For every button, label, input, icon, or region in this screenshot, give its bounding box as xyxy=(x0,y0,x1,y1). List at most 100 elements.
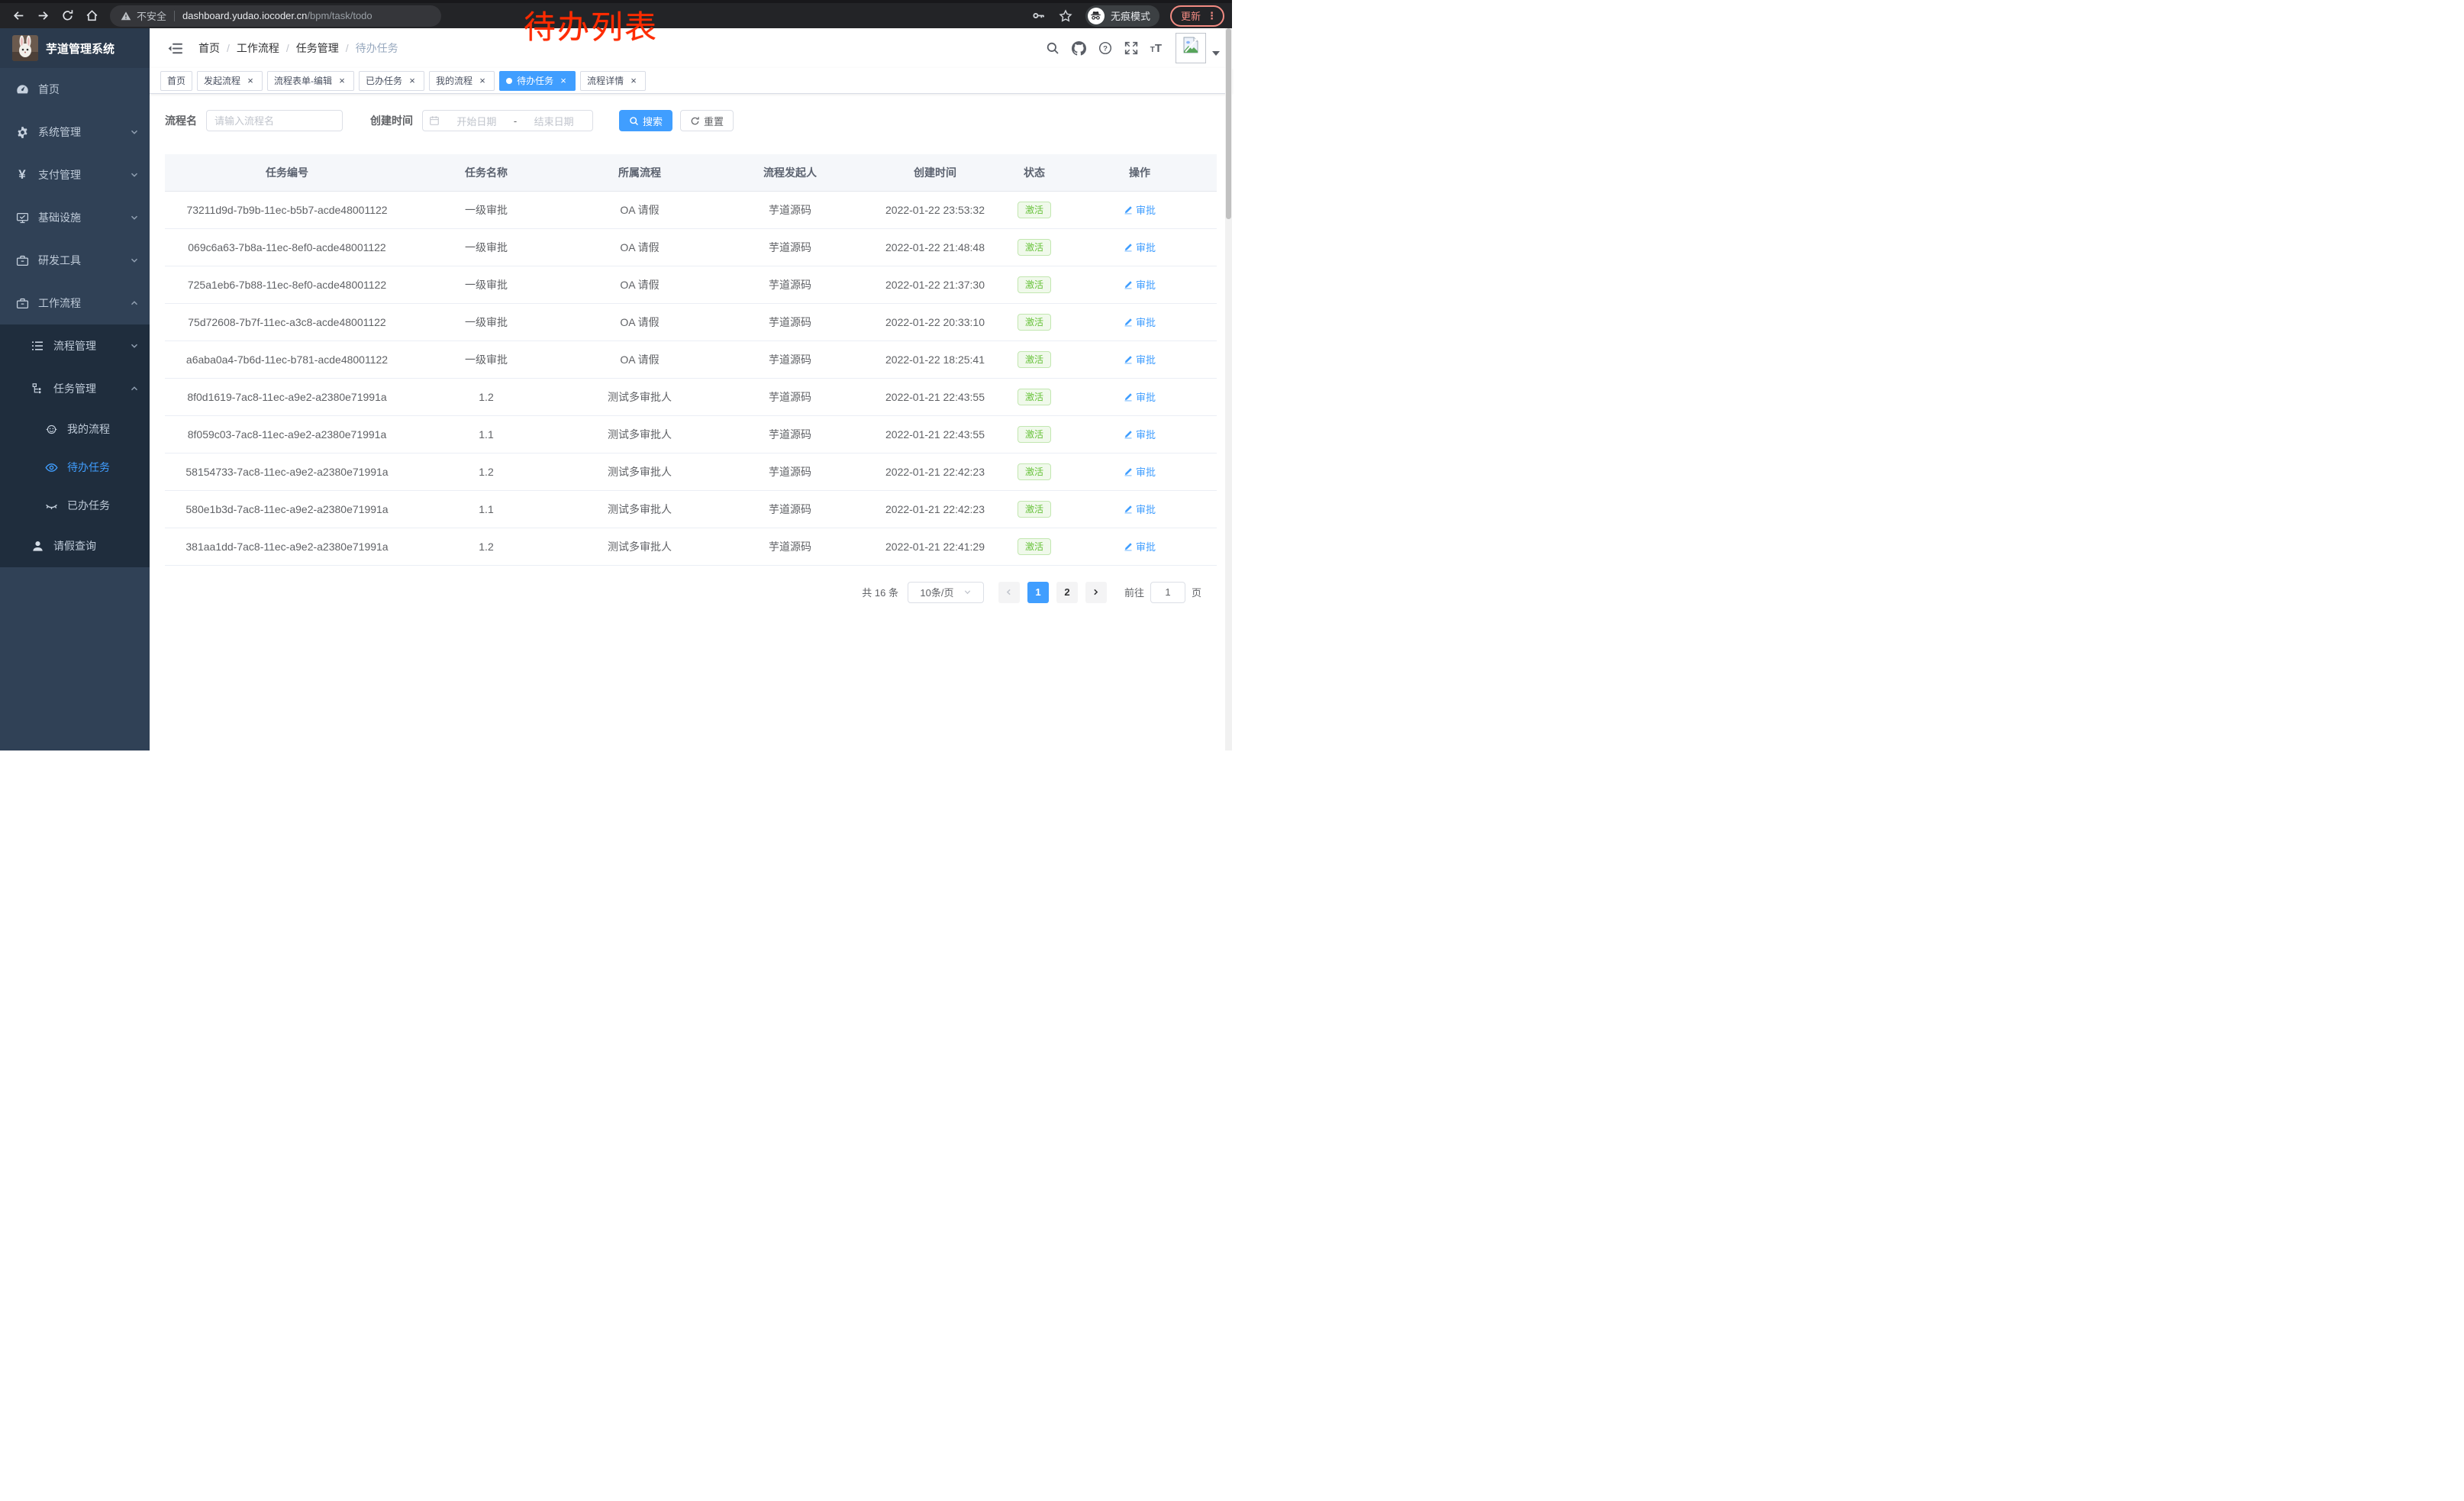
approve-link[interactable]: 审批 xyxy=(1124,539,1156,554)
browser-back-button[interactable] xyxy=(8,5,29,27)
process-name-input[interactable] xyxy=(206,110,343,131)
approve-link[interactable]: 审批 xyxy=(1124,352,1156,366)
tab-item[interactable]: 我的流程× xyxy=(429,71,495,91)
fullscreen-icon[interactable] xyxy=(1124,41,1138,55)
approve-link[interactable]: 审批 xyxy=(1124,427,1156,441)
approve-link[interactable]: 审批 xyxy=(1124,389,1156,404)
sidebar-toggle-icon[interactable] xyxy=(163,42,188,55)
page-size-select[interactable]: 10条/页 xyxy=(908,582,984,603)
approve-link[interactable]: 审批 xyxy=(1124,315,1156,329)
people-icon xyxy=(44,422,58,436)
tab-label: 发起流程 xyxy=(204,74,240,87)
task-name-cell: 1.2 xyxy=(409,528,563,565)
sidebar-item-label: 请假查询 xyxy=(53,538,139,554)
chevron-up-icon xyxy=(130,384,139,393)
tab-close-icon[interactable]: × xyxy=(337,76,347,86)
security-warning-icon[interactable] xyxy=(121,11,131,21)
github-icon[interactable] xyxy=(1072,41,1086,56)
sidebar-item-label: 流程管理 xyxy=(53,338,121,353)
app-logo-row[interactable]: 芋道管理系统 xyxy=(0,28,150,68)
tab-item[interactable]: 发起流程 × xyxy=(197,71,263,91)
tab-item[interactable]: 首页 xyxy=(160,71,192,91)
approve-link[interactable]: 审批 xyxy=(1124,464,1156,479)
page-content: 流程名 创建时间 开始日期 - 结束日期 搜索 重置 xyxy=(150,94,1232,603)
reset-button[interactable]: 重置 xyxy=(680,110,734,131)
browser-reload-button[interactable] xyxy=(56,5,78,27)
page-number-button[interactable]: 1 xyxy=(1027,582,1049,603)
task-name-cell: 一级审批 xyxy=(409,191,563,228)
next-page-button[interactable] xyxy=(1085,582,1107,603)
help-icon[interactable]: ? xyxy=(1098,41,1112,55)
sidebar-item-leave-query[interactable]: 请假查询 xyxy=(0,525,150,567)
tab-close-icon[interactable]: × xyxy=(558,76,569,86)
password-key-icon[interactable] xyxy=(1032,9,1045,22)
tab-label: 流程表单-编辑 xyxy=(274,74,332,87)
create-time-cell: 2022-01-21 22:42:23 xyxy=(864,490,1006,528)
avatar-caret-icon[interactable] xyxy=(1212,51,1220,56)
initiator-cell: 芋道源码 xyxy=(716,490,864,528)
status-badge: 激活 xyxy=(1018,538,1051,555)
tab-close-icon[interactable]: × xyxy=(245,76,256,86)
bookmark-star-icon[interactable] xyxy=(1059,9,1072,23)
breadcrumb-item[interactable]: 任务管理 xyxy=(296,40,339,56)
tab-close-icon[interactable]: × xyxy=(477,76,488,86)
approve-link[interactable]: 审批 xyxy=(1124,240,1156,254)
tab-item[interactable]: 流程详情× xyxy=(580,71,646,91)
table-row: 381aa1dd-7ac8-11ec-a9e2-a2380e71991a1.2测… xyxy=(165,528,1217,565)
column-header: 任务编号 xyxy=(165,154,409,191)
approve-link[interactable]: 审批 xyxy=(1124,502,1156,516)
font-size-icon[interactable]: TT xyxy=(1150,42,1162,55)
browser-scrollbar[interactable] xyxy=(1225,28,1232,750)
workflow-submenu: 流程管理 任务管理 我的流程 待办任务 已办任务 xyxy=(0,324,150,567)
app-logo xyxy=(12,35,38,61)
scrollbar-thumb[interactable] xyxy=(1226,28,1231,219)
sidebar-item-done-tasks[interactable]: 已办任务 xyxy=(0,486,150,525)
approve-link-label: 审批 xyxy=(1136,427,1156,441)
search-icon[interactable] xyxy=(1046,41,1059,55)
sidebar-item-task-mgmt[interactable]: 任务管理 xyxy=(0,367,150,410)
approve-link[interactable]: 审批 xyxy=(1124,277,1156,292)
sidebar-item-system[interactable]: 系统管理 xyxy=(0,111,150,153)
edit-pencil-icon xyxy=(1124,505,1133,514)
tab-item[interactable]: 待办任务× xyxy=(499,71,576,91)
create-time-label: 创建时间 xyxy=(370,113,413,128)
tab-item[interactable]: 流程表单-编辑 × xyxy=(267,71,354,91)
initiator-cell: 芋道源码 xyxy=(716,528,864,565)
avatar[interactable] xyxy=(1176,33,1206,63)
chevron-up-icon xyxy=(130,299,139,308)
column-header: 流程发起人 xyxy=(716,154,864,191)
sidebar-item-process-mgmt[interactable]: 流程管理 xyxy=(0,324,150,367)
browser-home-button[interactable] xyxy=(81,5,102,27)
approve-link-label: 审批 xyxy=(1136,202,1156,217)
tab-label: 已办任务 xyxy=(366,74,402,87)
tab-item[interactable]: 已办任务 × xyxy=(359,71,424,91)
browser-update-button[interactable]: 更新 ⋮ xyxy=(1170,5,1224,27)
browser-menu-dots-icon[interactable]: ⋮ xyxy=(1207,10,1217,22)
sidebar-item-label: 首页 xyxy=(38,82,139,97)
sidebar-item-my-process[interactable]: 我的流程 xyxy=(0,410,150,448)
task-id-cell: 58154733-7ac8-11ec-a9e2-a2380e71991a xyxy=(165,453,409,490)
date-range-picker[interactable]: 开始日期 - 结束日期 xyxy=(422,110,593,131)
page-number-button[interactable]: 2 xyxy=(1056,582,1078,603)
tab-close-icon[interactable]: × xyxy=(407,76,418,86)
sidebar-item-label: 支付管理 xyxy=(38,167,121,182)
browser-address-bar[interactable]: 不安全 dashboard.yudao.iocoder.cn/bpm/task/… xyxy=(110,5,441,27)
sidebar-item-infrastructure[interactable]: 基础设施 xyxy=(0,196,150,239)
sidebar-item-home[interactable]: 首页 xyxy=(0,68,150,111)
search-button[interactable]: 搜索 xyxy=(619,110,672,131)
task-table: 任务编号 任务名称 所属流程 流程发起人 创建时间 状态 操作 73211d9d… xyxy=(165,154,1217,566)
create-time-cell: 2022-01-21 22:43:55 xyxy=(864,378,1006,415)
breadcrumb-item[interactable]: 首页 xyxy=(198,40,220,56)
prev-page-button[interactable] xyxy=(998,582,1020,603)
sidebar-item-todo-tasks[interactable]: 待办任务 xyxy=(0,448,150,486)
sidebar-item-devtools[interactable]: 研发工具 xyxy=(0,239,150,282)
approve-link[interactable]: 审批 xyxy=(1124,202,1156,217)
sidebar-item-workflow[interactable]: 工作流程 xyxy=(0,282,150,324)
goto-page-input[interactable] xyxy=(1150,582,1185,603)
breadcrumb-separator: / xyxy=(286,42,289,54)
create-time-cell: 2022-01-21 22:41:29 xyxy=(864,528,1006,565)
breadcrumb-item[interactable]: 工作流程 xyxy=(237,40,279,56)
tab-close-icon[interactable]: × xyxy=(628,76,639,86)
browser-forward-button[interactable] xyxy=(32,5,53,27)
sidebar-item-payment[interactable]: ¥ 支付管理 xyxy=(0,153,150,196)
